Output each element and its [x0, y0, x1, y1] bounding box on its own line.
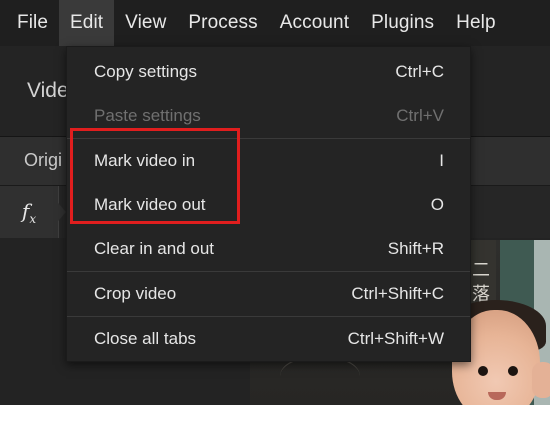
menu-item-label: Copy settings — [94, 62, 197, 81]
menu-view[interactable]: View — [114, 0, 177, 46]
menu-item-clear-in-out[interactable]: Clear in and out Shift+R — [67, 227, 470, 271]
menu-item-mark-video-out[interactable]: Mark video out O — [67, 183, 470, 227]
child-eye — [478, 366, 488, 376]
menu-bar: File Edit View Process Account Plugins H… — [0, 0, 550, 46]
menu-item-copy-settings[interactable]: Copy settings Ctrl+C — [67, 50, 470, 94]
menu-item-mark-video-in[interactable]: Mark video in I — [67, 139, 470, 183]
menu-item-label: Mark video out — [94, 195, 206, 214]
menu-item-label: Crop video — [94, 284, 177, 303]
menu-item-shortcut: Ctrl+V — [396, 106, 444, 125]
child-hand — [532, 362, 550, 398]
menu-process[interactable]: Process — [177, 0, 268, 46]
child-eye — [508, 366, 518, 376]
menu-help[interactable]: Help — [445, 0, 506, 46]
menu-item-shortcut: Shift+R — [387, 239, 444, 258]
menu-item-shortcut: Ctrl+C — [395, 62, 444, 81]
fx-arrow-icon — [52, 196, 66, 228]
video-title: Vide — [27, 79, 69, 102]
menu-item-crop-video[interactable]: Crop video Ctrl+Shift+C — [67, 272, 470, 316]
menu-item-shortcut: Ctrl+Shift+C — [351, 284, 444, 303]
menu-item-label: Mark video in — [94, 151, 196, 170]
menu-edit[interactable]: Edit — [59, 0, 115, 46]
app-window: File Edit View Process Account Plugins H… — [0, 0, 550, 405]
menu-file[interactable]: File — [0, 0, 59, 46]
edit-menu-dropdown: Copy settings Ctrl+C Paste settings Ctrl… — [66, 46, 471, 362]
tab-original[interactable]: Origi — [24, 150, 62, 171]
menu-item-label: Clear in and out — [94, 239, 215, 258]
menu-item-label: Close all tabs — [94, 329, 197, 348]
menu-item-shortcut: O — [430, 195, 444, 214]
fx-icon: fx — [21, 198, 37, 226]
menu-item-label: Paste settings — [94, 106, 201, 125]
menu-item-paste-settings: Paste settings Ctrl+V — [67, 94, 470, 138]
chalk-character: 二 — [472, 260, 490, 281]
menu-plugins[interactable]: Plugins — [360, 0, 445, 46]
menu-item-shortcut: Ctrl+Shift+W — [347, 329, 444, 348]
menu-account[interactable]: Account — [269, 0, 360, 46]
menu-item-shortcut: I — [439, 151, 444, 170]
fx-button[interactable]: fx — [0, 186, 59, 238]
menu-item-close-all-tabs[interactable]: Close all tabs Ctrl+Shift+W — [67, 317, 470, 361]
